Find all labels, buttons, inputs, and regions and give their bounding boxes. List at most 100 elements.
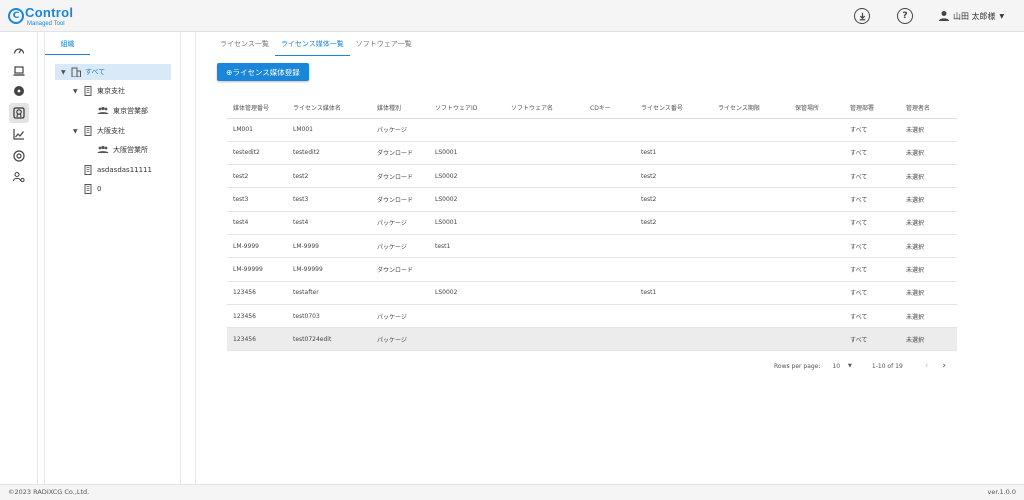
- column-header[interactable]: 管理部署: [844, 97, 900, 119]
- tree-node-osaka-branch[interactable]: ▼ 大阪支社: [73, 123, 125, 139]
- table-cell: [505, 327, 584, 352]
- table-cell: testedit2: [227, 141, 287, 166]
- table-row[interactable]: 123456 test0703 パッケージ すべて 未選択: [227, 304, 957, 329]
- table-cell: パッケージ: [371, 304, 429, 329]
- table-cell: [712, 234, 789, 259]
- tree-node-label: 大阪支社: [97, 127, 125, 135]
- table-row[interactable]: LM001 LM001 パッケージ すべて 未選択: [227, 118, 957, 142]
- user-menu[interactable]: 山田 太郎様 ▼: [938, 10, 1004, 22]
- table-cell: [584, 118, 635, 142]
- tab-license-media-list[interactable]: ライセンス媒体一覧: [274, 38, 350, 56]
- dashboard-icon[interactable]: [9, 41, 29, 61]
- table-cell: すべて: [844, 327, 900, 352]
- logo-badge-icon: C: [8, 8, 24, 24]
- table-cell: test2: [635, 164, 712, 189]
- support-icon[interactable]: [9, 146, 29, 166]
- table-cell: LM-9999: [227, 234, 287, 259]
- user-settings-icon[interactable]: [9, 167, 29, 187]
- column-header[interactable]: ライセンス媒体名: [287, 97, 371, 119]
- table-cell: すべて: [844, 304, 900, 329]
- caret-down-icon: ▼: [999, 12, 1005, 20]
- table-cell: testafter: [287, 281, 371, 305]
- table-row[interactable]: 123456 testafter LS0002 test1 すべて 未選択: [227, 281, 957, 305]
- table-cell: [584, 211, 635, 235]
- table-cell: testedit2: [287, 141, 371, 166]
- tab-organization[interactable]: 組織: [45, 38, 90, 55]
- chevron-left-icon[interactable]: ‹: [925, 361, 929, 371]
- tree-node-all[interactable]: ▼ すべて: [55, 64, 171, 80]
- column-header[interactable]: 保管場所: [789, 97, 844, 119]
- column-header[interactable]: ライセンス期限: [712, 97, 789, 119]
- table-cell: [635, 257, 712, 282]
- table-row[interactable]: LM-99999 LM-99999 ダウンロード すべて 未選択: [227, 257, 957, 282]
- table-cell: ダウンロード: [371, 141, 429, 166]
- table-row[interactable]: test2 test2 ダウンロード LS0002 test2 すべて 未選択: [227, 164, 957, 189]
- tab-license-list[interactable]: ライセンス一覧: [214, 38, 275, 56]
- table-row[interactable]: testedit2 testedit2 ダウンロード LS0001 test1 すべて 未選…: [227, 141, 957, 166]
- help-circle-icon[interactable]: ?: [897, 8, 913, 24]
- table-cell: パッケージ: [371, 327, 429, 352]
- column-header[interactable]: CDキー: [584, 97, 635, 119]
- table-cell: LM001: [227, 118, 287, 142]
- license-badge-icon[interactable]: [9, 103, 29, 123]
- table-cell: [789, 164, 844, 189]
- tree-node-zero[interactable]: 0: [83, 181, 101, 197]
- table-cell: [584, 164, 635, 189]
- table-cell: すべて: [844, 118, 900, 142]
- table-cell: すべて: [844, 281, 900, 305]
- table-cell: 未選択: [900, 281, 957, 305]
- column-header[interactable]: 管理者名: [900, 97, 957, 119]
- app-logo[interactable]: C Control Managed Tool: [8, 5, 73, 27]
- table-cell: [712, 211, 789, 235]
- table-cell: 123456: [227, 281, 287, 305]
- table-row[interactable]: LM-9999 LM-9999 パッケージ test1 すべて 未選択: [227, 234, 957, 259]
- table-cell: 未選択: [900, 211, 957, 235]
- rows-per-page-select[interactable]: 10 ▼: [832, 363, 852, 370]
- tree-node-asdasdas[interactable]: asdasdas11111: [83, 162, 152, 178]
- main-content: ライセンス一覧 ライセンス媒体一覧 ソフトウェア一覧 ⊕ライセンス媒体登録 媒体…: [195, 32, 1024, 484]
- table-row[interactable]: test3 test3 ダウンロード LS0002 test2 すべて 未選択: [227, 187, 957, 212]
- table-header-row: 媒体管理番号 ライセンス媒体名 媒体種別 ソフトウェアID ソフトウェア名 CDキー ライセ…: [227, 97, 957, 119]
- table-cell: [505, 118, 584, 142]
- office-building-icon: [84, 126, 92, 136]
- table-cell: [712, 118, 789, 142]
- tree-node-tokyo-branch[interactable]: ▼ 東京支社: [73, 83, 125, 99]
- table-cell: [505, 211, 584, 235]
- table-cell: [712, 164, 789, 189]
- tree-node-tokyo-sales[interactable]: 東京営業部: [97, 103, 148, 119]
- table-cell: [505, 164, 584, 189]
- register-license-media-button[interactable]: ⊕ライセンス媒体登録: [217, 63, 309, 81]
- tab-software-list[interactable]: ソフトウェア一覧: [350, 38, 418, 56]
- table-cell: [584, 187, 635, 212]
- table-cell: LS0001: [429, 211, 505, 235]
- analytics-chart-icon[interactable]: [9, 124, 29, 144]
- table-cell: test1: [635, 281, 712, 305]
- download-circle-icon[interactable]: [854, 8, 870, 24]
- tree-node-label: 東京支社: [97, 87, 125, 95]
- expand-arrow-icon[interactable]: ▼: [73, 88, 83, 95]
- table-cell: [505, 234, 584, 259]
- main-tabs: ライセンス一覧 ライセンス媒体一覧 ソフトウェア一覧: [214, 38, 418, 56]
- tree-node-osaka-sales[interactable]: 大阪営業所: [97, 142, 148, 158]
- tree-node-label: 大阪営業所: [113, 146, 148, 154]
- table-cell: [789, 118, 844, 142]
- expand-arrow-icon[interactable]: ▼: [73, 128, 83, 135]
- table-cell: ダウンロード: [371, 164, 429, 189]
- column-header[interactable]: ライセンス番号: [635, 97, 712, 119]
- column-header[interactable]: 媒体種別: [371, 97, 429, 119]
- column-header[interactable]: 媒体管理番号: [227, 97, 287, 119]
- table-cell: パッケージ: [371, 234, 429, 259]
- disc-icon[interactable]: [9, 81, 29, 101]
- column-header[interactable]: ソフトウェア名: [505, 97, 584, 119]
- table-cell: 未選択: [900, 187, 957, 212]
- chevron-right-icon[interactable]: ›: [942, 361, 946, 371]
- table-cell: [371, 281, 429, 305]
- table-cell: [584, 327, 635, 352]
- computer-icon[interactable]: [9, 61, 29, 81]
- table-cell: [712, 281, 789, 305]
- expand-arrow-icon[interactable]: ▼: [61, 69, 71, 76]
- table-row[interactable]: test4 test4 パッケージ LS0001 test2 すべて 未選択: [227, 211, 957, 235]
- column-header[interactable]: ソフトウェアID: [429, 97, 505, 119]
- table-row[interactable]: 123456 test0724edit パッケージ すべて 未選択: [227, 327, 957, 352]
- table-cell: LS0002: [429, 281, 505, 305]
